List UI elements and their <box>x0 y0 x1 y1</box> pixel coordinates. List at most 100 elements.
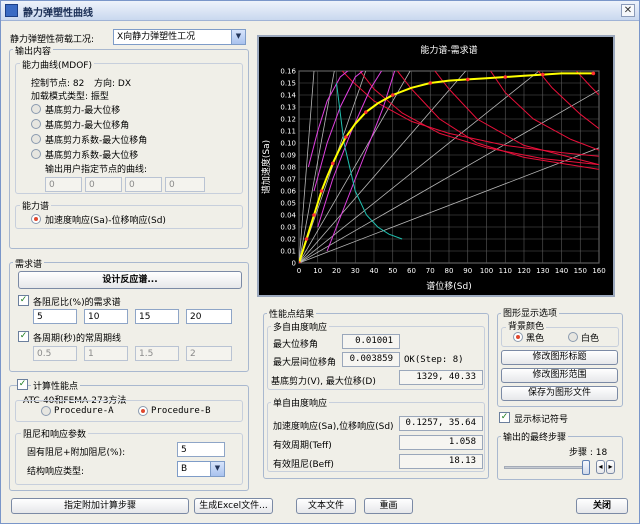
damping-checkbox[interactable]: ✓ <box>18 295 29 306</box>
app-icon <box>5 4 18 17</box>
x-tick-label: 70 <box>426 267 435 275</box>
procedure-b-radio[interactable] <box>138 406 148 416</box>
design-spectrum-button[interactable]: 设计反应谱... <box>18 271 242 289</box>
capacity-spectrum-radio[interactable] <box>31 214 41 224</box>
period-field-1[interactable]: 0.5 <box>33 346 77 361</box>
x-tick-label: 60 <box>407 267 416 275</box>
beff-label: 有效阻尼(Beff) <box>273 460 334 470</box>
chevron-down-icon[interactable]: ▼ <box>210 462 224 476</box>
capacity-option-radio-4[interactable] <box>31 149 41 159</box>
step-count-label: 步骤 : 18 <box>569 448 608 458</box>
sdof-title: 单自由度响应 <box>271 396 330 409</box>
direction-text: 方向: DX <box>94 79 131 89</box>
x-tick-label: 130 <box>536 267 549 275</box>
step-slider-thumb[interactable] <box>582 460 590 475</box>
user-node-field-1[interactable]: 0 <box>45 177 82 192</box>
structure-type-label: 结构响应类型: <box>27 467 85 477</box>
capacity-option-label-3: 基底剪力系数-最大位移角 <box>45 136 148 146</box>
period-field-2[interactable]: 1 <box>84 346 128 361</box>
redraw-button[interactable]: 重画 <box>364 498 413 514</box>
excel-button[interactable]: 生成Excel文件... <box>194 498 273 514</box>
capacity-option-label-2: 基底剪力-最大位移角 <box>45 121 130 131</box>
x-tick-label: 140 <box>555 267 568 275</box>
y-tick-label: 0.14 <box>280 92 296 100</box>
title-bar[interactable]: 静力弹塑性曲线 ✕ <box>1 1 639 21</box>
user-node-field-2[interactable]: 0 <box>85 177 122 192</box>
teff-label: 有效周期(Teff) <box>273 441 332 451</box>
bg-white-radio[interactable] <box>568 332 578 342</box>
x-tick-label: 30 <box>351 267 360 275</box>
damping-field-1[interactable]: 5 <box>33 309 77 324</box>
beff-value: 18.13 <box>399 454 483 469</box>
bg-black-label: 黑色 <box>526 334 545 344</box>
additional-steps-button[interactable]: 指定附加计算步骤 <box>11 498 189 514</box>
bg-white-label: 白色 <box>581 334 600 344</box>
final-step-title: 输出的最终步骤 <box>501 430 569 443</box>
teff-value: 1.058 <box>399 435 483 450</box>
capacity-point-marker <box>312 213 316 217</box>
x-tick-label: 100 <box>480 267 493 275</box>
close-button[interactable]: 关闭 <box>576 498 628 514</box>
output-panel-title: 输出内容 <box>13 44 54 57</box>
close-icon[interactable]: ✕ <box>621 4 635 17</box>
edit-range-button[interactable]: 修改图形范围 <box>501 368 618 383</box>
period-checkbox[interactable]: ✓ <box>18 331 29 342</box>
chart-title: 能力谱-需求谱 <box>420 44 477 56</box>
shear-label: 基底剪力(V), 最大位移(D) <box>271 377 376 387</box>
structure-type-select[interactable]: B ▼ <box>177 461 225 477</box>
step-prev-icon[interactable]: ◂ <box>596 460 605 474</box>
damping-field-3[interactable]: 15 <box>135 309 179 324</box>
x-tick-label: 10 <box>313 267 322 275</box>
y-tick-label: 0.11 <box>280 128 296 136</box>
save-image-button[interactable]: 保存为图形文件 <box>501 386 618 401</box>
text-file-button[interactable]: 文本文件 <box>296 498 356 514</box>
y-tick-label: 0.01 <box>280 248 296 256</box>
period-label: 各周期(秒)的常周期线 <box>33 334 122 344</box>
damping-field-2[interactable]: 10 <box>84 309 128 324</box>
damping-label: 各阻尼比(%)的需求谱 <box>33 298 121 308</box>
x-tick-label: 0 <box>297 267 301 275</box>
window-title: 静力弹塑性曲线 <box>23 8 93 19</box>
y-tick-label: 0.08 <box>280 164 296 172</box>
capacity-option-radio-3[interactable] <box>31 134 41 144</box>
x-tick-label: 80 <box>445 267 454 275</box>
show-markers-checkbox[interactable]: ✓ <box>499 412 510 423</box>
perf-checkbox[interactable]: ✓ <box>17 379 28 390</box>
step-slider-track[interactable] <box>504 466 590 469</box>
capacity-point-marker <box>304 237 309 241</box>
period-field-4[interactable]: 2 <box>186 346 232 361</box>
user-node-field-4[interactable]: 0 <box>165 177 205 192</box>
edit-title-button[interactable]: 修改图形标题 <box>501 350 618 365</box>
capacity-point-marker <box>319 189 324 193</box>
chevron-down-icon[interactable]: ▼ <box>231 30 245 44</box>
bg-black-radio[interactable] <box>513 332 523 342</box>
load-case-select[interactable]: X向静力弹塑性工况 ▼ <box>113 29 246 45</box>
x-tick-label: 120 <box>517 267 530 275</box>
capacity-option-radio-1[interactable] <box>31 104 41 114</box>
structure-type-value: B <box>181 464 188 474</box>
max-disp-value: 0.01001 <box>342 334 400 349</box>
y-tick-label: 0.06 <box>280 188 296 196</box>
capacity-point-marker <box>428 81 433 85</box>
x-tick-label: 20 <box>332 267 341 275</box>
period-field-3[interactable]: 1.5 <box>135 346 179 361</box>
x-tick-label: 160 <box>592 267 605 275</box>
procedure-a-radio[interactable] <box>41 406 51 416</box>
y-tick-label: 0.16 <box>280 68 296 76</box>
capacity-point-marker <box>390 93 395 97</box>
damping-params-group <box>15 433 243 485</box>
capacity-option-radio-2[interactable] <box>31 119 41 129</box>
load-case-value: X向静力弹塑性工况 <box>117 32 196 42</box>
capacity-option-label-1: 基底剪力-最大位移 <box>45 106 121 116</box>
shear-value: 1329, 40.33 <box>399 370 483 385</box>
user-node-label: 输出用户指定节点的曲线: <box>45 165 148 175</box>
perf-panel-title: 计算性能点 <box>31 379 81 392</box>
user-node-field-3[interactable]: 0 <box>125 177 162 192</box>
inherent-damping-field[interactable]: 5 <box>177 442 225 457</box>
damping-field-4[interactable]: 20 <box>186 309 232 324</box>
x-tick-label: 50 <box>388 267 397 275</box>
step-next-icon[interactable]: ▸ <box>606 460 615 474</box>
results-panel-title: 性能点结果 <box>267 307 317 320</box>
show-markers-label: 显示标记符号 <box>514 415 569 425</box>
y-tick-label: 0.10 <box>280 140 296 148</box>
